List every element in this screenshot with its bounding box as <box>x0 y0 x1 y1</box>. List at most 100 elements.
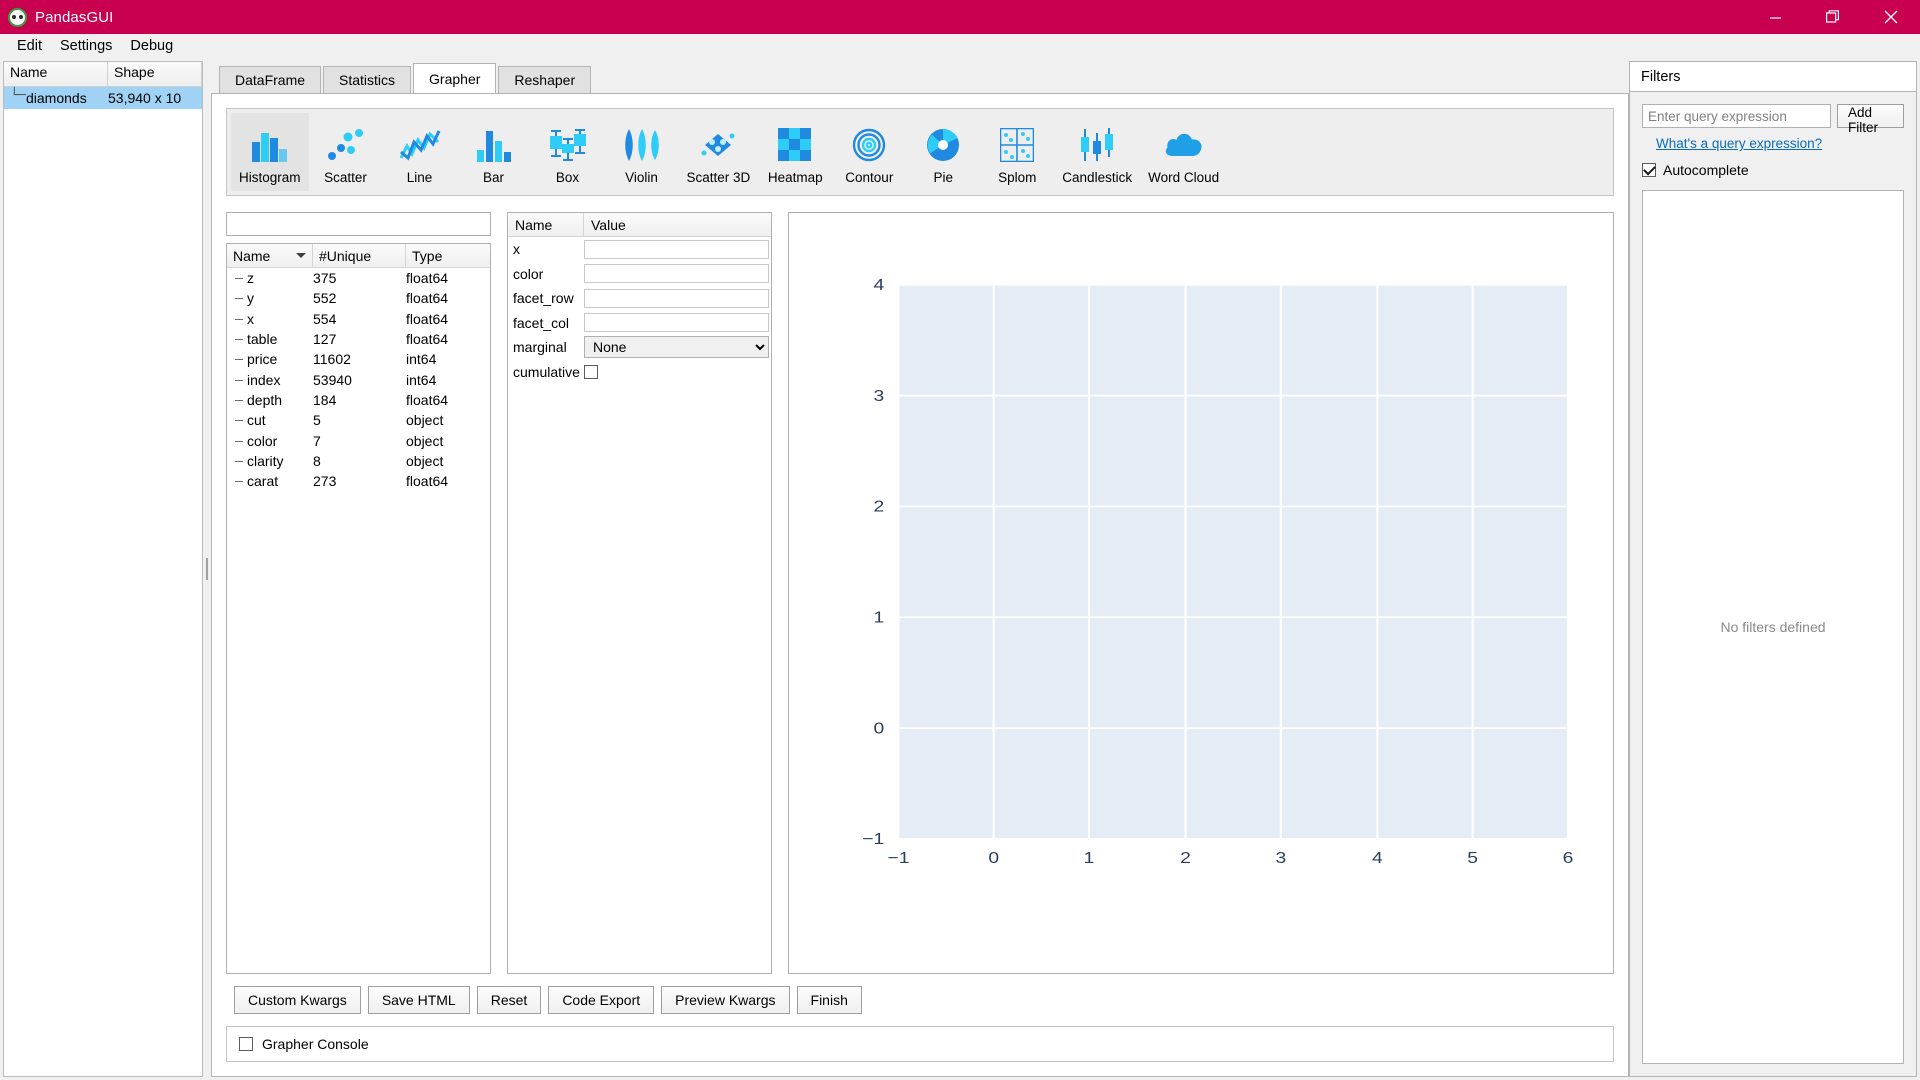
plot-type-word-cloud[interactable]: Word Cloud <box>1140 113 1227 191</box>
splom-icon <box>1000 123 1035 167</box>
table-row[interactable]: y 552 float64 <box>227 288 490 308</box>
column-dtype: int64 <box>406 371 437 388</box>
filter-list[interactable]: No filters defined <box>1642 190 1904 1064</box>
add-filter-button[interactable]: Add Filter <box>1837 104 1904 135</box>
plot-type-box[interactable]: Box <box>531 113 605 191</box>
filter-query-input[interactable] <box>1642 104 1831 128</box>
code-export-button[interactable]: Code Export <box>548 986 655 1014</box>
column-dtype: float64 <box>406 473 449 490</box>
plot-type-pie[interactable]: Pie <box>906 113 980 191</box>
plot-type-contour[interactable]: Contour <box>832 113 906 191</box>
column-name: price <box>247 351 278 368</box>
column-unique-count: 554 <box>313 310 337 327</box>
column-name: clarity <box>247 452 284 469</box>
preview-kwargs-button[interactable]: Preview Kwargs <box>661 986 790 1014</box>
y-tick-label: 1 <box>874 608 885 626</box>
table-row[interactable]: clarity 8 object <box>227 451 490 471</box>
column-search-input[interactable] <box>226 212 491 236</box>
plot-type-bar[interactable]: Bar <box>457 113 531 191</box>
column-table: Name #Unique Type z 375 float64 y 552 fl… <box>226 243 491 974</box>
table-row[interactable]: x 554 float64 <box>227 309 490 329</box>
maximize-icon[interactable] <box>1804 0 1862 34</box>
plot-type-heatmap[interactable]: Heatmap <box>758 113 832 191</box>
table-row[interactable]: carat 273 float64 <box>227 471 490 491</box>
property-checkbox-cumulative[interactable] <box>584 364 598 379</box>
properties-header-value[interactable]: Value <box>584 213 771 236</box>
autocomplete-checkbox[interactable] <box>1642 163 1656 177</box>
x-tick-label: 5 <box>1467 849 1478 867</box>
column-header-type[interactable]: Type <box>406 244 490 267</box>
property-input-facet-col[interactable] <box>584 313 769 333</box>
tab-reshaper[interactable]: Reshaper <box>498 66 592 93</box>
grapher-console-checkbox[interactable] <box>239 1037 253 1051</box>
center-panel: DataFrame Statistics Grapher Reshaper Hi… <box>211 61 1629 1077</box>
violin-icon <box>622 123 662 167</box>
plot-type-scatter-3d[interactable]: Scatter 3D <box>679 113 759 191</box>
save-html-button[interactable]: Save HTML <box>367 986 470 1014</box>
y-tick-label: 3 <box>874 387 885 405</box>
plot-type-candlestick[interactable]: Candlestick <box>1054 113 1140 191</box>
plot-preview-area[interactable]: 4 3 2 1 0 −1 −1 0 1 2 3 4 5 6 <box>788 212 1614 974</box>
properties-header-name[interactable]: Name <box>508 213 584 236</box>
column-dtype: float64 <box>406 270 449 287</box>
left-splitter-handle[interactable] <box>203 58 211 1080</box>
menu-item-edit[interactable]: Edit <box>8 36 51 56</box>
finish-button[interactable]: Finish <box>796 986 862 1014</box>
table-row[interactable]: depth 184 float64 <box>227 390 490 410</box>
minimize-icon[interactable] <box>1746 0 1804 34</box>
column-header-name[interactable]: Name <box>227 244 313 267</box>
plot-type-line[interactable]: Line <box>383 113 457 191</box>
query-expression-help-link[interactable]: What's a query expression? <box>1656 136 1904 151</box>
reset-button[interactable]: Reset <box>476 986 542 1014</box>
plot-properties-panel: Name Value x color facet_row facet_col m… <box>507 212 772 974</box>
property-input-color[interactable] <box>584 264 769 284</box>
plot-type-histogram[interactable]: Histogram <box>231 113 309 191</box>
column-name: y <box>247 290 254 307</box>
table-row[interactable]: color 7 object <box>227 430 490 450</box>
navigator-header-name[interactable]: Name <box>4 62 108 86</box>
property-label: facet_row <box>513 290 574 307</box>
table-row[interactable]: table 127 float64 <box>227 329 490 349</box>
heatmap-icon <box>778 123 812 167</box>
property-label: marginal <box>513 339 567 356</box>
menu-item-settings[interactable]: Settings <box>51 36 121 56</box>
navigator-header-shape[interactable]: Shape <box>108 62 202 86</box>
column-unique-count: 7 <box>313 432 321 449</box>
plot-type-label: Contour <box>845 170 894 185</box>
property-input-facet-row[interactable] <box>584 288 769 308</box>
column-unique-count: 127 <box>313 331 337 348</box>
tab-statistics[interactable]: Statistics <box>323 66 412 93</box>
grapher-console-label: Grapher Console <box>262 1036 369 1052</box>
custom-kwargs-button[interactable]: Custom Kwargs <box>234 986 361 1014</box>
property-select-marginal[interactable]: None <box>584 336 769 359</box>
autocomplete-label: Autocomplete <box>1663 162 1749 178</box>
column-unique-count: 375 <box>313 270 337 287</box>
plot-type-splom[interactable]: Splom <box>980 113 1054 191</box>
scatter-icon <box>326 123 366 167</box>
table-row[interactable]: index 53940 int64 <box>227 369 490 389</box>
column-header-unique[interactable]: #Unique <box>313 244 406 267</box>
navigator-row-diamonds[interactable]: └─ diamonds 53,940 x 10 <box>4 87 202 109</box>
navigator-item-name: diamonds <box>26 90 87 106</box>
close-icon[interactable] <box>1862 0 1920 34</box>
plot-type-label: Violin <box>625 170 658 185</box>
x-tick-label: 0 <box>988 849 999 867</box>
table-row[interactable]: z 375 float64 <box>227 268 490 288</box>
property-input-x[interactable] <box>584 239 769 259</box>
tab-grapher[interactable]: Grapher <box>413 63 497 93</box>
plot-type-scatter[interactable]: Scatter <box>309 113 383 191</box>
table-row[interactable]: cut 5 object <box>227 410 490 430</box>
histogram-icon <box>250 123 290 167</box>
contour-icon <box>851 123 887 167</box>
grapher-console-bar: Grapher Console <box>226 1026 1614 1062</box>
column-unique-count: 552 <box>313 290 337 307</box>
column-dtype: int64 <box>406 351 437 368</box>
column-dtype: float64 <box>406 391 449 408</box>
column-unique-count: 273 <box>313 473 337 490</box>
table-row[interactable]: price 11602 int64 <box>227 349 490 369</box>
tab-bar: DataFrame Statistics Grapher Reshaper <box>211 61 1629 93</box>
plot-type-violin[interactable]: Violin <box>605 113 679 191</box>
tab-dataframe[interactable]: DataFrame <box>219 66 322 93</box>
menu-item-debug[interactable]: Debug <box>121 36 182 56</box>
navigator-header: Name Shape <box>4 62 202 87</box>
